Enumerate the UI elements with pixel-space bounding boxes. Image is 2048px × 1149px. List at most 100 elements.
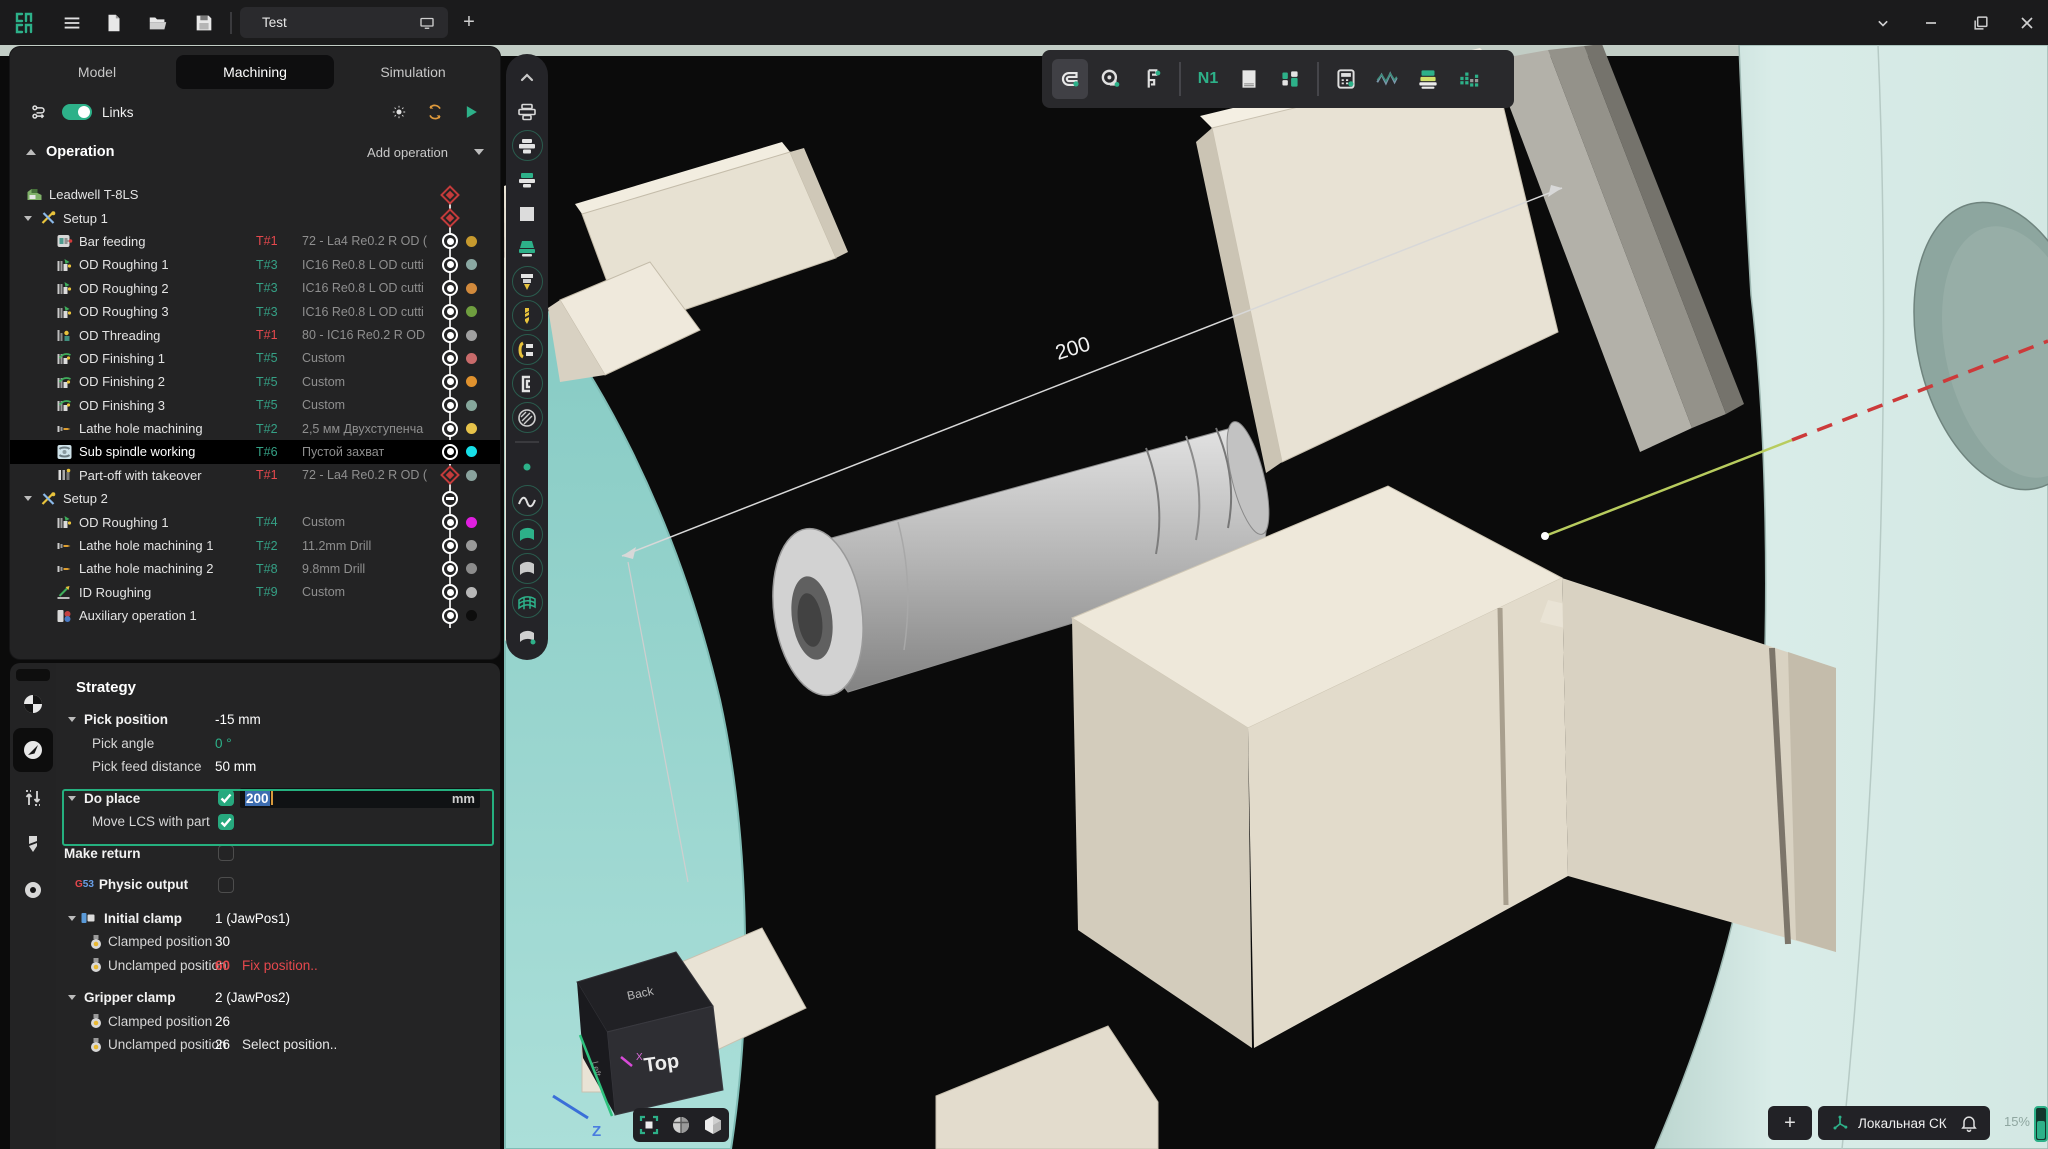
parameter-value[interactable]: 30 — [215, 934, 230, 949]
play-icon[interactable] — [458, 99, 484, 125]
surface-green-icon[interactable] — [512, 519, 543, 550]
drill-icon[interactable] — [512, 300, 543, 331]
operation-row[interactable]: ID RoughingT#9Custom — [10, 581, 500, 604]
workflow-marker[interactable] — [439, 253, 461, 276]
operation-row[interactable]: OD Finishing 1T#5Custom — [10, 347, 500, 370]
operation-row[interactable]: Part-off with takeoverT#172 - La4 Re0.2 … — [10, 464, 500, 487]
iso-view-icon[interactable] — [701, 1113, 725, 1137]
equalizer-icon[interactable] — [1451, 59, 1487, 99]
operation-row[interactable]: OD Roughing 1T#4Custom — [10, 510, 500, 533]
sync-icon[interactable] — [422, 99, 448, 125]
operation-row[interactable]: Setup 2 — [10, 487, 500, 510]
tool-assembly-icon[interactable] — [1272, 59, 1308, 99]
workflow-marker[interactable] — [439, 206, 461, 229]
nc-program-icon[interactable]: N1 — [1190, 59, 1226, 99]
caliper-icon[interactable] — [1134, 59, 1170, 99]
operation-row[interactable]: Setup 1 — [10, 206, 500, 229]
operation-row[interactable]: OD Roughing 1T#3IC16 Re0.8 L OD cutti — [10, 253, 500, 276]
surface-gray-icon[interactable] — [512, 553, 543, 584]
expander-chevron-icon[interactable] — [68, 916, 76, 921]
workflow-marker[interactable] — [439, 300, 461, 323]
drill-tool-icon[interactable] — [21, 832, 45, 856]
chuck-outline-icon[interactable] — [512, 96, 543, 127]
surface-dot-icon[interactable] — [512, 621, 543, 652]
operation-row[interactable]: OD Roughing 2T#3IC16 Re0.8 L OD cutti — [10, 277, 500, 300]
strategy-row[interactable]: Clamped position30 — [56, 930, 500, 954]
stock-hatch-icon[interactable] — [512, 402, 543, 433]
strategy-row[interactable]: Pick feed distance50 mm — [56, 755, 500, 779]
strategy-row[interactable]: Gripper clamp2 (JawPos2) — [56, 986, 500, 1010]
parameter-value[interactable]: 0 ° — [215, 736, 232, 751]
strategy-row[interactable]: Initial clamp1 (JawPos1) — [56, 907, 500, 931]
add-cs-button[interactable]: + — [1768, 1106, 1812, 1140]
operation-row[interactable]: Bar feedingT#172 - La4 Re0.2 R OD ( — [10, 230, 500, 253]
parameter-value[interactable]: -15 mm — [215, 712, 261, 727]
operation-row[interactable]: OD ThreadingT#180 - IC16 Re0.2 R OD — [10, 323, 500, 346]
calculator-icon[interactable] — [1328, 59, 1364, 99]
workflow-marker[interactable] — [439, 440, 461, 463]
tool-insert-icon[interactable] — [512, 266, 543, 297]
expander-chevron-icon[interactable] — [68, 717, 76, 722]
save-file-button[interactable] — [190, 9, 218, 37]
collapse-chevron-icon[interactable] — [26, 149, 36, 155]
sphere-view-icon[interactable] — [669, 1113, 693, 1137]
press-stack-icon[interactable] — [1410, 59, 1446, 99]
strategy-row[interactable]: Clamped position26 — [56, 1010, 500, 1034]
chuck-green-icon[interactable] — [512, 164, 543, 195]
measure-tape-icon[interactable] — [1093, 59, 1129, 99]
open-file-button[interactable] — [144, 9, 172, 37]
checkbox[interactable] — [218, 790, 234, 806]
parameter-value[interactable]: 1 (JawPos1) — [215, 911, 290, 926]
workflow-marker[interactable] — [439, 557, 461, 580]
holder-washer-icon[interactable] — [21, 878, 45, 902]
window-menu-chevron-button[interactable] — [1868, 8, 1898, 38]
fixture-icon[interactable] — [512, 368, 543, 399]
coordinate-system-selector[interactable]: Локальная СК — [1818, 1106, 1959, 1140]
checkbox[interactable] — [218, 814, 234, 830]
operation-row[interactable]: Lathe hole machining 1T#211.2mm Drill — [10, 534, 500, 557]
workflow-marker[interactable] — [439, 581, 461, 604]
workflow-marker[interactable] — [439, 347, 461, 370]
strategy-row[interactable]: Make return — [56, 842, 500, 866]
strategy-row[interactable]: Do place200mm — [56, 787, 500, 811]
workflow-marker[interactable] — [439, 417, 461, 440]
expander-chevron-icon[interactable] — [24, 496, 32, 501]
workflow-marker[interactable] — [439, 230, 461, 253]
tab-model[interactable]: Model — [18, 55, 176, 89]
links-toggle[interactable] — [62, 104, 92, 120]
strategy-row[interactable]: Move LCS with part — [56, 810, 500, 834]
workflow-marker[interactable] — [439, 277, 461, 300]
project-tab[interactable]: Test — [240, 7, 448, 38]
workpiece-half-icon[interactable] — [21, 692, 45, 716]
tab-simulation[interactable]: Simulation — [334, 55, 492, 89]
tab-machining[interactable]: Machining — [176, 55, 334, 89]
workflow-marker[interactable] — [439, 394, 461, 417]
notifications-button[interactable] — [1948, 1106, 1990, 1140]
gear-icon[interactable] — [386, 99, 412, 125]
operation-row[interactable]: OD Roughing 3T#3IC16 Re0.8 L OD cutti — [10, 300, 500, 323]
strategy-row[interactable]: Pick position-15 mm — [56, 708, 500, 732]
collapse-chevron-icon[interactable] — [512, 62, 543, 93]
operation-row[interactable]: Auxiliary operation 1 — [10, 604, 500, 627]
add-operation-chevron-icon[interactable] — [474, 149, 484, 155]
parameter-value[interactable]: 26 — [215, 1014, 230, 1029]
approach-return-icon[interactable] — [21, 786, 45, 810]
parameter-value[interactable]: 60 — [215, 958, 230, 973]
parameter-extra-action[interactable]: Fix position.. — [242, 958, 318, 973]
workflow-marker[interactable] — [439, 487, 461, 510]
workflow-marker[interactable] — [439, 604, 461, 627]
part-green-icon[interactable] — [512, 232, 543, 263]
window-maximize-button[interactable] — [1966, 8, 1996, 38]
window-close-button[interactable] — [2012, 8, 2042, 38]
main-spindle-icon[interactable] — [512, 130, 543, 161]
workflow-marker[interactable] — [439, 464, 461, 487]
waveform-icon[interactable] — [1369, 59, 1405, 99]
operation-row[interactable]: OD Finishing 3T#5Custom — [10, 394, 500, 417]
workflow-marker[interactable] — [439, 370, 461, 393]
value-input[interactable]: 200mm — [240, 788, 480, 808]
strategy-row[interactable]: Unclamped position26Select position.. — [56, 1033, 500, 1057]
strategy-row[interactable]: G53Physic output — [56, 873, 500, 897]
workflow-marker[interactable] — [439, 510, 461, 533]
expander-chevron-icon[interactable] — [68, 796, 76, 801]
workflow-marker[interactable] — [439, 323, 461, 346]
